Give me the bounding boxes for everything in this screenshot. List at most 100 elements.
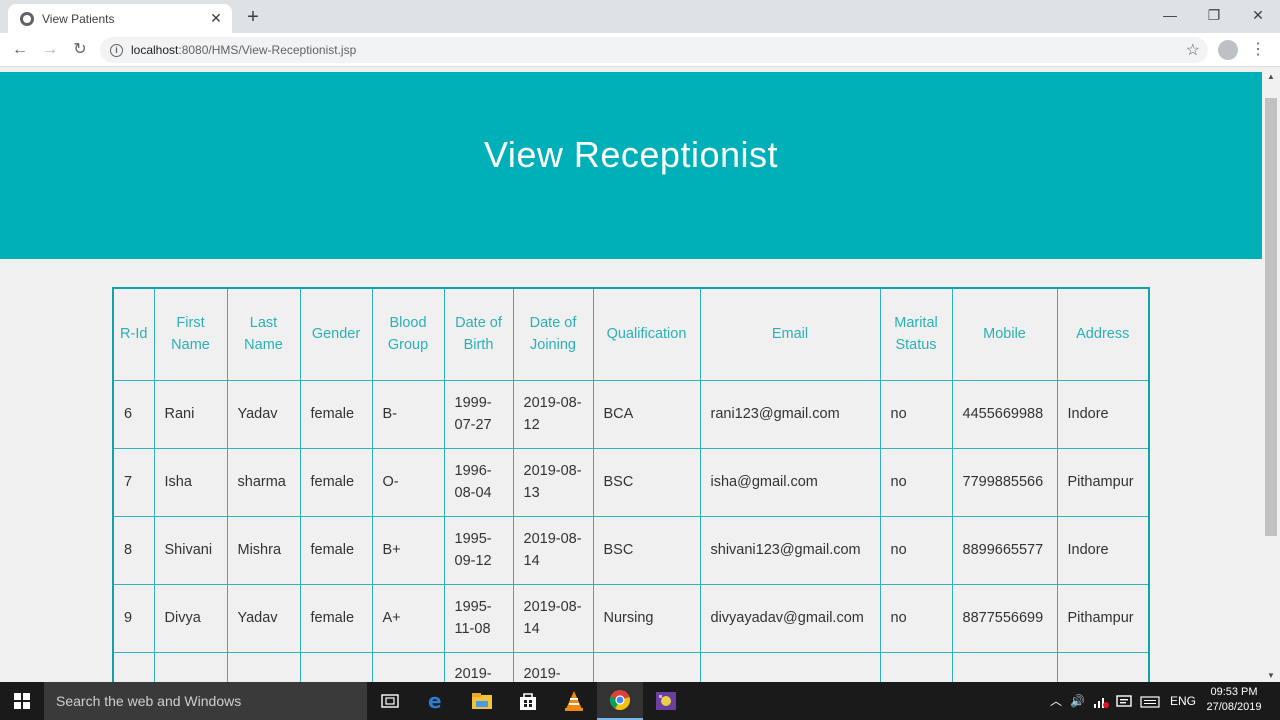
cell-address: Indore bbox=[1056, 379, 1150, 449]
cell-qualification bbox=[592, 651, 701, 682]
task-view-icon[interactable] bbox=[367, 682, 413, 720]
network-icon[interactable] bbox=[1093, 682, 1109, 720]
cell-email bbox=[699, 651, 881, 682]
tab-close-icon[interactable]: ✕ bbox=[206, 10, 226, 27]
url-host: localhost bbox=[131, 43, 179, 57]
col-header-marital-status: Marital Status bbox=[879, 287, 953, 381]
profile-avatar-icon[interactable] bbox=[1218, 40, 1238, 60]
cell-qualification: BCA bbox=[592, 379, 701, 449]
cell-qualification: BSC bbox=[592, 447, 701, 517]
bookmark-star-icon[interactable]: ☆ bbox=[1186, 40, 1200, 60]
forward-icon[interactable]: → bbox=[38, 38, 62, 62]
cell-marital-status bbox=[879, 651, 953, 682]
cell-doj: 2019-08-14 bbox=[512, 515, 594, 585]
vlc-icon[interactable] bbox=[551, 682, 597, 720]
app-icon[interactable] bbox=[643, 682, 689, 720]
back-icon[interactable]: ← bbox=[8, 38, 32, 62]
browser-menu-icon[interactable]: ⋮ bbox=[1250, 39, 1266, 61]
cell-marital-status: no bbox=[879, 583, 953, 653]
col-header-doj: Date of Joining bbox=[512, 287, 594, 381]
scroll-up-arrow-icon[interactable]: ▲ bbox=[1267, 72, 1275, 81]
col-header-first-name: First Name bbox=[153, 287, 228, 381]
cell-first-name: Divya bbox=[153, 583, 228, 653]
tab-strip: View Patients ✕ + — ❐ ✕ bbox=[0, 0, 1280, 33]
cell-address: Pithampur bbox=[1056, 447, 1150, 517]
browser-toolbar: ← → ↻ i localhost :8080/HMS/View-Recepti… bbox=[0, 33, 1280, 67]
table-row: 9 Divya Yadav female A+ 1995-11-08 2019-… bbox=[112, 583, 1150, 653]
language-indicator[interactable]: ENG bbox=[1170, 682, 1196, 720]
clock-date: 27/08/2019 bbox=[1206, 701, 1262, 713]
scroll-thumb[interactable] bbox=[1265, 98, 1277, 536]
reload-icon[interactable]: ↻ bbox=[68, 38, 92, 62]
cell-address: Indore bbox=[1056, 515, 1150, 585]
cell-qualification: BSC bbox=[592, 515, 701, 585]
cell-blood-group: A+ bbox=[371, 583, 445, 653]
col-header-mobile: Mobile bbox=[951, 287, 1058, 381]
info-icon[interactable]: i bbox=[110, 43, 123, 57]
taskbar-clock[interactable]: 09:53 PM 27/08/2019 bbox=[1196, 685, 1272, 715]
cell-first-name: Isha bbox=[153, 447, 228, 517]
cell-mobile bbox=[951, 651, 1058, 682]
cell-last-name: Mishra bbox=[226, 515, 301, 585]
cell-gender: female bbox=[299, 583, 373, 653]
cell-mobile: 4455669988 bbox=[951, 379, 1058, 449]
windows-taskbar: Search the web and Windows e ︿ 🔊 ENG 09:… bbox=[0, 682, 1280, 720]
table-row: 8 Shivani Mishra female B+ 1995-09-12 20… bbox=[112, 515, 1150, 585]
cell-first-name bbox=[153, 651, 228, 682]
taskbar-search-box[interactable]: Search the web and Windows bbox=[44, 682, 367, 720]
cell-last-name: Yadav bbox=[226, 583, 301, 653]
cell-dob: 1996-08-04 bbox=[443, 447, 514, 517]
cell-dob: 1999-07-27 bbox=[443, 379, 514, 449]
scroll-down-arrow-icon[interactable]: ▼ bbox=[1267, 671, 1275, 680]
col-header-gender: Gender bbox=[299, 287, 373, 381]
cell-last-name bbox=[226, 651, 301, 682]
window-close-button[interactable]: ✕ bbox=[1236, 0, 1280, 32]
cell-dob: 1995-09-12 bbox=[443, 515, 514, 585]
cell-blood-group: O- bbox=[371, 447, 445, 517]
cell-address bbox=[1056, 651, 1150, 682]
start-button[interactable] bbox=[0, 682, 44, 720]
table-row: 7 Isha sharma female O- 1996-08-04 2019-… bbox=[112, 447, 1150, 517]
keyboard-icon[interactable] bbox=[1140, 682, 1160, 720]
edge-icon[interactable]: e bbox=[413, 682, 459, 720]
tray-show-hidden-icon[interactable]: ︿ bbox=[1050, 682, 1062, 720]
cell-marital-status: no bbox=[879, 379, 953, 449]
col-header-blood-group: Blood Group bbox=[371, 287, 445, 381]
notification-icon[interactable] bbox=[1116, 682, 1132, 720]
cell-address: Pithampur bbox=[1056, 583, 1150, 653]
page-scrollbar[interactable]: ▲ ▼ bbox=[1262, 68, 1280, 682]
chrome-icon[interactable] bbox=[597, 682, 643, 720]
restore-button[interactable]: ❐ bbox=[1192, 0, 1236, 32]
cell-mobile: 8877556699 bbox=[951, 583, 1058, 653]
cell-email: isha@gmail.com bbox=[699, 447, 881, 517]
clock-time: 09:53 PM bbox=[1210, 686, 1258, 698]
table-row: 2019- 2019- bbox=[112, 651, 1150, 682]
page-title: View Receptionist bbox=[484, 134, 778, 175]
cell-first-name: Shivani bbox=[153, 515, 228, 585]
cell-rid: 8 bbox=[112, 515, 155, 585]
file-explorer-icon[interactable] bbox=[459, 682, 505, 720]
cell-email: rani123@gmail.com bbox=[699, 379, 881, 449]
address-bar[interactable]: i localhost :8080/HMS/View-Receptionist.… bbox=[100, 37, 1208, 63]
minimize-button[interactable]: — bbox=[1148, 0, 1192, 32]
cell-doj: 2019-08-12 bbox=[512, 379, 594, 449]
new-tab-button[interactable]: + bbox=[242, 6, 264, 28]
table-header-row: R-Id First Name Last Name Gender Blood G… bbox=[112, 287, 1150, 381]
page-header-banner: View Receptionist bbox=[0, 72, 1262, 259]
globe-icon bbox=[20, 11, 34, 26]
browser-tab[interactable]: View Patients ✕ bbox=[8, 4, 232, 33]
volume-icon[interactable]: 🔊 bbox=[1070, 682, 1085, 720]
cell-last-name: sharma bbox=[226, 447, 301, 517]
cell-rid: 6 bbox=[112, 379, 155, 449]
col-header-qualification: Qualification bbox=[592, 287, 701, 381]
cell-email: divyayadav@gmail.com bbox=[699, 583, 881, 653]
cell-gender: female bbox=[299, 379, 373, 449]
cell-mobile: 8899665577 bbox=[951, 515, 1058, 585]
cell-dob: 1995-11-08 bbox=[443, 583, 514, 653]
col-header-dob: Date of Birth bbox=[443, 287, 514, 381]
store-icon[interactable] bbox=[505, 682, 551, 720]
cell-doj: 2019-08-13 bbox=[512, 447, 594, 517]
col-header-address: Address bbox=[1056, 287, 1150, 381]
receptionist-table: R-Id First Name Last Name Gender Blood G… bbox=[112, 287, 1150, 682]
cell-marital-status: no bbox=[879, 447, 953, 517]
